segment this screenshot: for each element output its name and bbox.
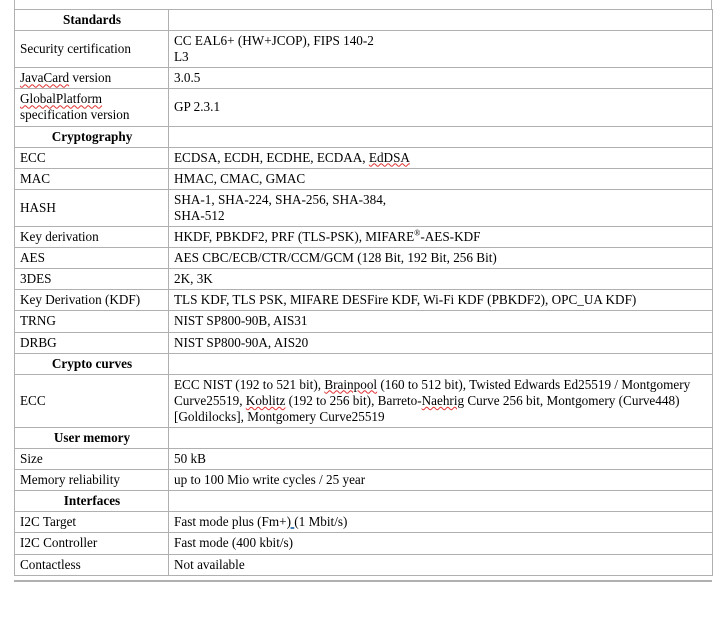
section-header-interfaces-value	[168, 490, 713, 513]
row-label-size: Size	[14, 448, 169, 471]
row-value-security-certification: CC EAL6+ (HW+JCOP), FIPS 140-2 L3	[168, 30, 713, 69]
table-row-i2c-controller: I2C Controller Fast mode (400 kbit/s)	[14, 532, 713, 555]
table-row-hash: HASH SHA-1, SHA-224, SHA-256, SHA-384, S…	[14, 188, 713, 228]
spellcheck-word-globalplatform: GlobalPlatform	[20, 91, 103, 107]
row-label-memory-reliability: Memory reliability	[14, 469, 169, 492]
specification-table: Standards Security certification CC EAL6…	[14, 8, 713, 576]
row-label-mac: MAC	[14, 167, 169, 190]
row-label-trng: TRNG	[14, 310, 169, 333]
spellcheck-word-eddsa: EdDSA	[368, 149, 410, 165]
row-label-globalplatform-version-rest: specification version	[20, 107, 130, 123]
section-header-standards-value	[168, 8, 713, 32]
row-value-globalplatform-version: GP 2.3.1	[168, 88, 713, 127]
row-label-crypto-curves-ecc: ECC	[14, 373, 169, 428]
table-row-section-standards: Standards	[14, 8, 713, 32]
row-value-memory-reliability: up to 100 Mio write cycles / 25 year	[168, 469, 713, 492]
row-label-aes: AES	[14, 247, 169, 270]
row-value-mac: HMAC, CMAC, GMAC	[168, 167, 713, 190]
row-value-i2c-target: Fast mode plus (Fm+) (1 Mbit/s)	[168, 511, 713, 534]
i2c-target-value-post: (1 Mbit/s)	[294, 514, 348, 530]
row-value-hash: SHA-1, SHA-224, SHA-256, SHA-384, SHA-51…	[168, 188, 713, 228]
row-label-i2c-target: I2C Target	[14, 511, 169, 534]
row-label-ecc: ECC	[14, 146, 169, 169]
row-label-javacard-version: JavaCard version	[14, 67, 169, 90]
spellcheck-word-brainpool: Brainpool	[324, 376, 378, 392]
curves-part-1: ECC NIST (192 to 521 bit),	[174, 376, 325, 392]
row-label-3des: 3DES	[14, 268, 169, 291]
row-label-drbg: DRBG	[14, 331, 169, 354]
section-header-interfaces: Interfaces	[14, 490, 169, 513]
table-bottom-rule	[14, 580, 712, 582]
spellcheck-word-javacard: JavaCard	[20, 70, 70, 86]
row-value-size: 50 kB	[168, 448, 713, 471]
security-certification-line-2: L3	[174, 49, 189, 65]
row-value-3des: 2K, 3K	[168, 268, 713, 291]
row-value-i2c-controller: Fast mode (400 kbit/s)	[168, 532, 713, 555]
row-label-globalplatform-version: GlobalPlatform specification version	[14, 88, 169, 127]
section-header-standards: Standards	[14, 8, 169, 32]
row-label-key-derivation: Key derivation	[14, 226, 169, 249]
table-row-section-cryptography: Cryptography	[14, 125, 713, 148]
table-row-drbg: DRBG NIST SP800-90A, AIS20	[14, 331, 713, 354]
table-row-crypto-curves-ecc: ECC ECC NIST (192 to 521 bit), Brainpool…	[14, 373, 713, 428]
table-row-contactless: Contactless Not available	[14, 553, 713, 576]
table-row-ecc: ECC ECDSA, ECDH, ECDHE, ECDAA, EdDSA	[14, 146, 713, 169]
row-label-javacard-version-rest: version	[69, 70, 112, 86]
table-row-section-interfaces: Interfaces	[14, 490, 713, 513]
table-row-i2c-target: I2C Target Fast mode plus (Fm+) (1 Mbit/…	[14, 511, 713, 534]
table-row-memory-reliability: Memory reliability up to 100 Mio write c…	[14, 469, 713, 492]
section-header-cryptography-value	[168, 125, 713, 148]
table-row-3des: 3DES 2K, 3K	[14, 268, 713, 291]
row-label-i2c-controller: I2C Controller	[14, 532, 169, 555]
i2c-target-value-pre: Fast mode plus (Fm+	[174, 514, 287, 530]
hash-line-2: SHA-512	[174, 207, 225, 223]
table-row-section-user-memory: User memory	[14, 426, 713, 450]
security-certification-line-1: CC EAL6+ (HW+JCOP), FIPS 140-2	[174, 33, 374, 49]
section-header-user-memory-value	[168, 426, 713, 450]
spellcheck-word-naehrig: Naehrig	[421, 392, 465, 408]
row-value-drbg: NIST SP800-90A, AIS20	[168, 331, 713, 354]
table-row-mac: MAC HMAC, CMAC, GMAC	[14, 167, 713, 190]
section-header-crypto-curves-value	[168, 352, 713, 375]
section-header-user-memory: User memory	[14, 426, 169, 450]
document-page: Standards Security certification CC EAL6…	[0, 0, 720, 640]
row-value-key-derivation: HKDF, PBKDF2, PRF (TLS-PSK), MIFARE®-AES…	[168, 226, 713, 249]
curves-part-3: (192 to 256 bit), Barreto-	[285, 392, 422, 408]
row-label-key-derivation-kdf: Key Derivation (KDF)	[14, 289, 169, 312]
row-value-aes: AES CBC/ECB/CTR/CCM/GCM (128 Bit, 192 Bi…	[168, 247, 713, 270]
section-header-cryptography: Cryptography	[14, 125, 169, 148]
row-value-contactless: Not available	[168, 553, 713, 576]
row-label-contactless: Contactless	[14, 553, 169, 576]
table-row-javacard-version: JavaCard version 3.0.5	[14, 67, 713, 90]
row-label-hash: HASH	[14, 188, 169, 228]
table-row-size: Size 50 kB	[14, 448, 713, 471]
ecc-value-head: ECDSA, ECDH, ECDHE, ECDAA,	[174, 149, 369, 165]
row-value-crypto-curves-ecc: ECC NIST (192 to 521 bit), Brainpool (16…	[168, 373, 713, 428]
table-top-fragment	[14, 0, 712, 9]
hash-line-1: SHA-1, SHA-224, SHA-256, SHA-384,	[174, 191, 387, 207]
key-derivation-value-post: -AES-KDF	[420, 229, 481, 245]
table-row-security-certification: Security certification CC EAL6+ (HW+JCOP…	[14, 30, 713, 69]
row-value-key-derivation-kdf: TLS KDF, TLS PSK, MIFARE DESFire KDF, Wi…	[168, 289, 713, 312]
spellcheck-word-koblitz: Koblitz	[245, 392, 286, 408]
row-value-trng: NIST SP800-90B, AIS31	[168, 310, 713, 333]
table-row-key-derivation-kdf: Key Derivation (KDF) TLS KDF, TLS PSK, M…	[14, 289, 713, 312]
table-row-globalplatform-version: GlobalPlatform specification version GP 2…	[14, 88, 713, 127]
table-row-trng: TRNG NIST SP800-90B, AIS31	[14, 310, 713, 333]
row-label-security-certification: Security certification	[14, 30, 169, 69]
key-derivation-value-pre: HKDF, PBKDF2, PRF (TLS-PSK), MIFARE	[174, 229, 415, 245]
table-row-aes: AES AES CBC/ECB/CTR/CCM/GCM (128 Bit, 19…	[14, 247, 713, 270]
row-value-javacard-version: 3.0.5	[168, 67, 713, 90]
table-row-key-derivation: Key derivation HKDF, PBKDF2, PRF (TLS-PS…	[14, 226, 713, 249]
table-row-section-crypto-curves: Crypto curves	[14, 352, 713, 375]
row-value-ecc: ECDSA, ECDH, ECDHE, ECDAA, EdDSA	[168, 146, 713, 169]
section-header-crypto-curves: Crypto curves	[14, 352, 169, 375]
